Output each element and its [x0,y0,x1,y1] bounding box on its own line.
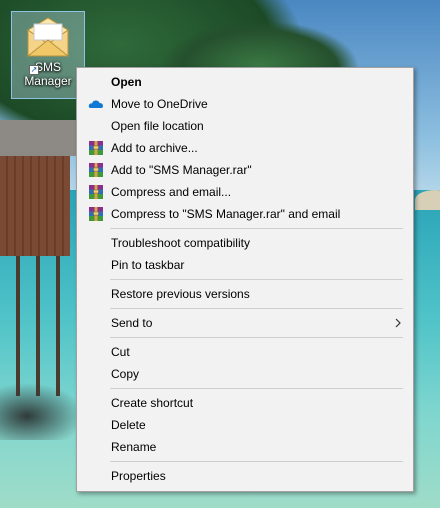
shortcut-arrow-icon: ↗ [29,65,39,75]
onedrive-cloud-icon [88,100,103,108]
menu-item-compress-and-email[interactable]: Compress and email... [77,181,413,203]
menu-item-add-to-rar[interactable]: Add to "SMS Manager.rar" [77,159,413,181]
menu-item-label: Open file location [111,119,204,133]
menu-item-pin-to-taskbar[interactable]: Pin to taskbar [77,254,413,276]
winrar-archive-icon [89,207,103,221]
menu-item-compress-to-rar-and-email[interactable]: Compress to "SMS Manager.rar" and email [77,203,413,225]
mail-envelope-icon [26,17,70,57]
menu-item-send-to[interactable]: Send to [77,312,413,334]
menu-item-label: Move to OneDrive [111,97,208,111]
menu-item-label: Troubleshoot compatibility [111,236,250,250]
menu-item-label: Pin to taskbar [111,258,185,272]
menu-item-label: Rename [111,440,157,454]
winrar-archive-icon [89,185,103,199]
menu-item-label: Compress to "SMS Manager.rar" and email [111,207,341,221]
menu-item-rename[interactable]: Rename [77,436,413,458]
menu-item-label: Send to [111,316,153,330]
menu-item-label: Restore previous versions [111,287,250,301]
menu-separator [110,308,403,309]
wallpaper-hut [0,120,80,396]
context-menu: Open Move to OneDrive Open file location… [76,67,414,492]
menu-item-label: Delete [111,418,146,432]
menu-separator [110,388,403,389]
menu-item-label: Add to archive... [111,141,198,155]
menu-item-copy[interactable]: Copy [77,363,413,385]
menu-item-cut[interactable]: Cut [77,341,413,363]
menu-item-delete[interactable]: Delete [77,414,413,436]
menu-item-label: Cut [111,345,130,359]
menu-item-label: Compress and email... [111,185,232,199]
menu-item-label: Properties [111,469,166,483]
menu-item-open[interactable]: Open [77,71,413,93]
menu-item-create-shortcut[interactable]: Create shortcut [77,392,413,414]
winrar-archive-icon [89,163,103,177]
wallpaper-island [415,190,440,210]
desktop-icon-label: SMS Manager [24,60,72,88]
menu-item-label: Copy [111,367,140,381]
menu-item-label: Add to "SMS Manager.rar" [111,163,252,177]
menu-separator [110,461,403,462]
menu-item-label: Open [111,75,142,89]
menu-item-troubleshoot-compatibility[interactable]: Troubleshoot compatibility [77,232,413,254]
desktop-icon-sms-manager[interactable]: ↗ SMS Manager [11,11,85,99]
menu-separator [110,228,403,229]
menu-item-label: Create shortcut [111,396,194,410]
menu-separator [110,279,403,280]
menu-item-properties[interactable]: Properties [77,465,413,487]
winrar-archive-icon [89,141,103,155]
menu-item-restore-previous-versions[interactable]: Restore previous versions [77,283,413,305]
chevron-right-icon [395,318,401,328]
menu-item-move-to-onedrive[interactable]: Move to OneDrive [77,93,413,115]
menu-separator [110,337,403,338]
menu-item-open-file-location[interactable]: Open file location [77,115,413,137]
menu-item-add-to-archive[interactable]: Add to archive... [77,137,413,159]
